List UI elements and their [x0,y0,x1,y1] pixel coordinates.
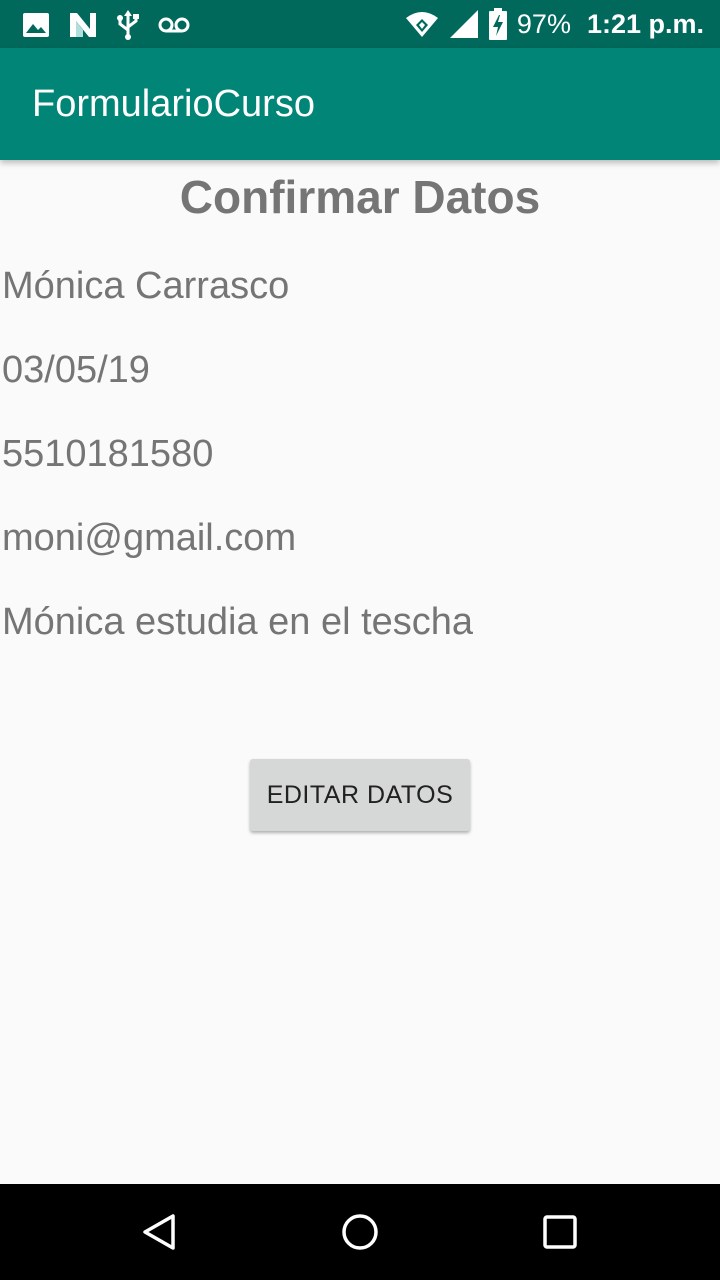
date-field: 03/05/19 [2,349,150,391]
battery-percentage: 97% [516,8,571,39]
name-field: Mónica Carrasco [2,265,290,307]
description-field: Mónica estudia en el tescha [2,601,474,643]
phone-field: 5510181580 [2,433,214,475]
email-field: moni@gmail.com [2,517,297,559]
usb-icon [116,10,140,40]
image-icon [22,12,50,38]
app-bar: FormularioCurso [0,48,720,160]
page-title: Confirmar Datos [179,171,541,223]
wifi-icon [405,10,439,38]
status-bar: 97% 1:21 p.m. [0,0,720,48]
battery-charging-icon [488,8,507,40]
clock: 1:21 p.m. [586,8,704,39]
voicemail-icon [158,16,190,34]
edit-data-button[interactable]: EDITAR DATOS [250,759,470,831]
n-logo-icon [68,11,98,39]
back-icon[interactable] [100,1184,220,1280]
app-title: FormularioCurso [32,83,315,125]
signal-icon [449,9,479,39]
navigation-bar [0,1184,720,1280]
home-icon[interactable] [300,1184,420,1280]
recents-icon[interactable] [500,1184,620,1280]
